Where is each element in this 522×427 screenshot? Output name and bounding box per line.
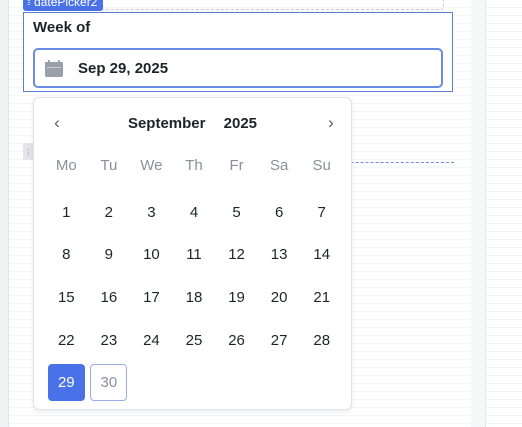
- next-month-button[interactable]: ›: [321, 112, 341, 134]
- calendar-day[interactable]: 3: [130, 191, 173, 234]
- calendar-title: September 2025: [34, 115, 351, 132]
- weekday-label: Tu: [100, 157, 118, 174]
- calendar-day-label: 18: [185, 288, 203, 306]
- calendar-day[interactable]: 17: [130, 276, 173, 319]
- calendar-day-label: 7: [317, 203, 326, 221]
- calendar-day[interactable]: 6: [258, 191, 301, 234]
- date-input[interactable]: Sep 29, 2025: [33, 48, 443, 88]
- calendar-day[interactable]: 8: [45, 234, 88, 277]
- calendar-day-label: 22: [57, 331, 75, 349]
- calendar-day-label: 11: [186, 246, 202, 264]
- widget-name-tag[interactable]: ⁞⁞ datePicker2: [23, 0, 104, 11]
- weekday-label: We: [140, 157, 163, 174]
- calendar-day[interactable]: 5: [215, 191, 258, 234]
- widget-name: datePicker2: [34, 0, 98, 9]
- calendar-day-label: 23: [100, 331, 118, 349]
- calendar-day[interactable]: 15: [45, 276, 88, 319]
- right-grid-column: [485, 0, 522, 427]
- calendar-day-label: 3: [147, 203, 156, 221]
- weekday-header: Mo Tu We Th Fr Sa Su: [45, 157, 343, 174]
- calendar-day-selected[interactable]: 29: [45, 361, 88, 404]
- calendar-day-label: 15: [57, 288, 75, 306]
- calendar-day-label: 5: [232, 203, 241, 221]
- calendar-day[interactable]: 10: [130, 234, 173, 277]
- calendar-day[interactable]: 19: [215, 276, 258, 319]
- calendar-day-label: 20: [270, 288, 288, 306]
- calendar-day-label: 19: [228, 288, 245, 306]
- calendar-day-label: 13: [270, 246, 288, 264]
- calendar-days-grid: 1 2 3 4 5 6 7 8 9 10 11 12 13 14 15 16 1…: [45, 191, 343, 404]
- calendar-month[interactable]: September: [128, 115, 206, 132]
- weekday-label: Mo: [55, 157, 77, 174]
- calendar-day-label: 26: [228, 331, 245, 349]
- calendar-day-label: 28: [313, 331, 331, 349]
- datepicker-label: Week of: [33, 19, 91, 36]
- calendar-year[interactable]: 2025: [224, 115, 257, 132]
- calendar-day-today[interactable]: 30: [88, 361, 131, 404]
- calendar-day-label: 14: [313, 246, 331, 264]
- calendar-day[interactable]: 9: [88, 234, 131, 277]
- calendar-day[interactable]: 24: [130, 319, 173, 362]
- calendar-day[interactable]: 25: [173, 319, 216, 362]
- calendar-day-label: 10: [143, 246, 160, 264]
- calendar-day[interactable]: 20: [258, 276, 301, 319]
- weekday-label: Th: [185, 157, 203, 174]
- calendar-day-label: 21: [313, 288, 331, 306]
- calendar-day[interactable]: 12: [215, 234, 258, 277]
- calendar-day[interactable]: 14: [300, 234, 343, 277]
- calendar-day-label: 16: [100, 288, 118, 306]
- calendar-day[interactable]: 26: [215, 319, 258, 362]
- drag-handle-icon[interactable]: ⁞⁞: [27, 0, 31, 11]
- weekday-label: Fr: [229, 157, 244, 174]
- calendar-day-label: 2: [104, 203, 114, 221]
- calendar-day-label: 1: [62, 203, 71, 221]
- calendar-day-label: 25: [185, 331, 203, 349]
- calendar-day[interactable]: 13: [258, 234, 301, 277]
- calendar-day-label: 29: [47, 364, 85, 402]
- chevron-right-icon: ›: [328, 113, 334, 132]
- calendar-day-label: 24: [143, 331, 160, 349]
- weekday-label: Sa: [269, 157, 289, 174]
- calendar-day-label: 27: [270, 331, 288, 349]
- calendar-day-label: 4: [189, 203, 199, 221]
- calendar-day[interactable]: 16: [88, 276, 131, 319]
- date-value: Sep 29, 2025: [78, 59, 169, 77]
- calendar-day[interactable]: 18: [173, 276, 216, 319]
- calendar-day[interactable]: 7: [300, 191, 343, 234]
- calendar-day[interactable]: 27: [258, 319, 301, 362]
- calendar-day[interactable]: 2: [88, 191, 131, 234]
- weekday-label: Su: [312, 157, 331, 174]
- calendar-day-label: 12: [228, 246, 245, 264]
- calendar-day-label: 30: [90, 364, 128, 402]
- calendar-icon: [45, 59, 63, 77]
- calendar-day[interactable]: 28: [300, 319, 343, 362]
- calendar-day[interactable]: 22: [45, 319, 88, 362]
- calendar-day[interactable]: 21: [300, 276, 343, 319]
- calendar-day-label: 8: [62, 246, 71, 264]
- calendar-day-label: 9: [104, 246, 114, 264]
- calendar-popup: ‹ September 2025 › Mo Tu We Th Fr Sa Su …: [33, 97, 352, 410]
- calendar-day-label: 6: [274, 203, 284, 221]
- calendar-day-label: 17: [143, 288, 160, 306]
- calendar-day[interactable]: 23: [88, 319, 131, 362]
- calendar-day[interactable]: 11: [173, 234, 216, 277]
- calendar-day[interactable]: 4: [173, 191, 216, 234]
- calendar-day[interactable]: 1: [45, 191, 88, 234]
